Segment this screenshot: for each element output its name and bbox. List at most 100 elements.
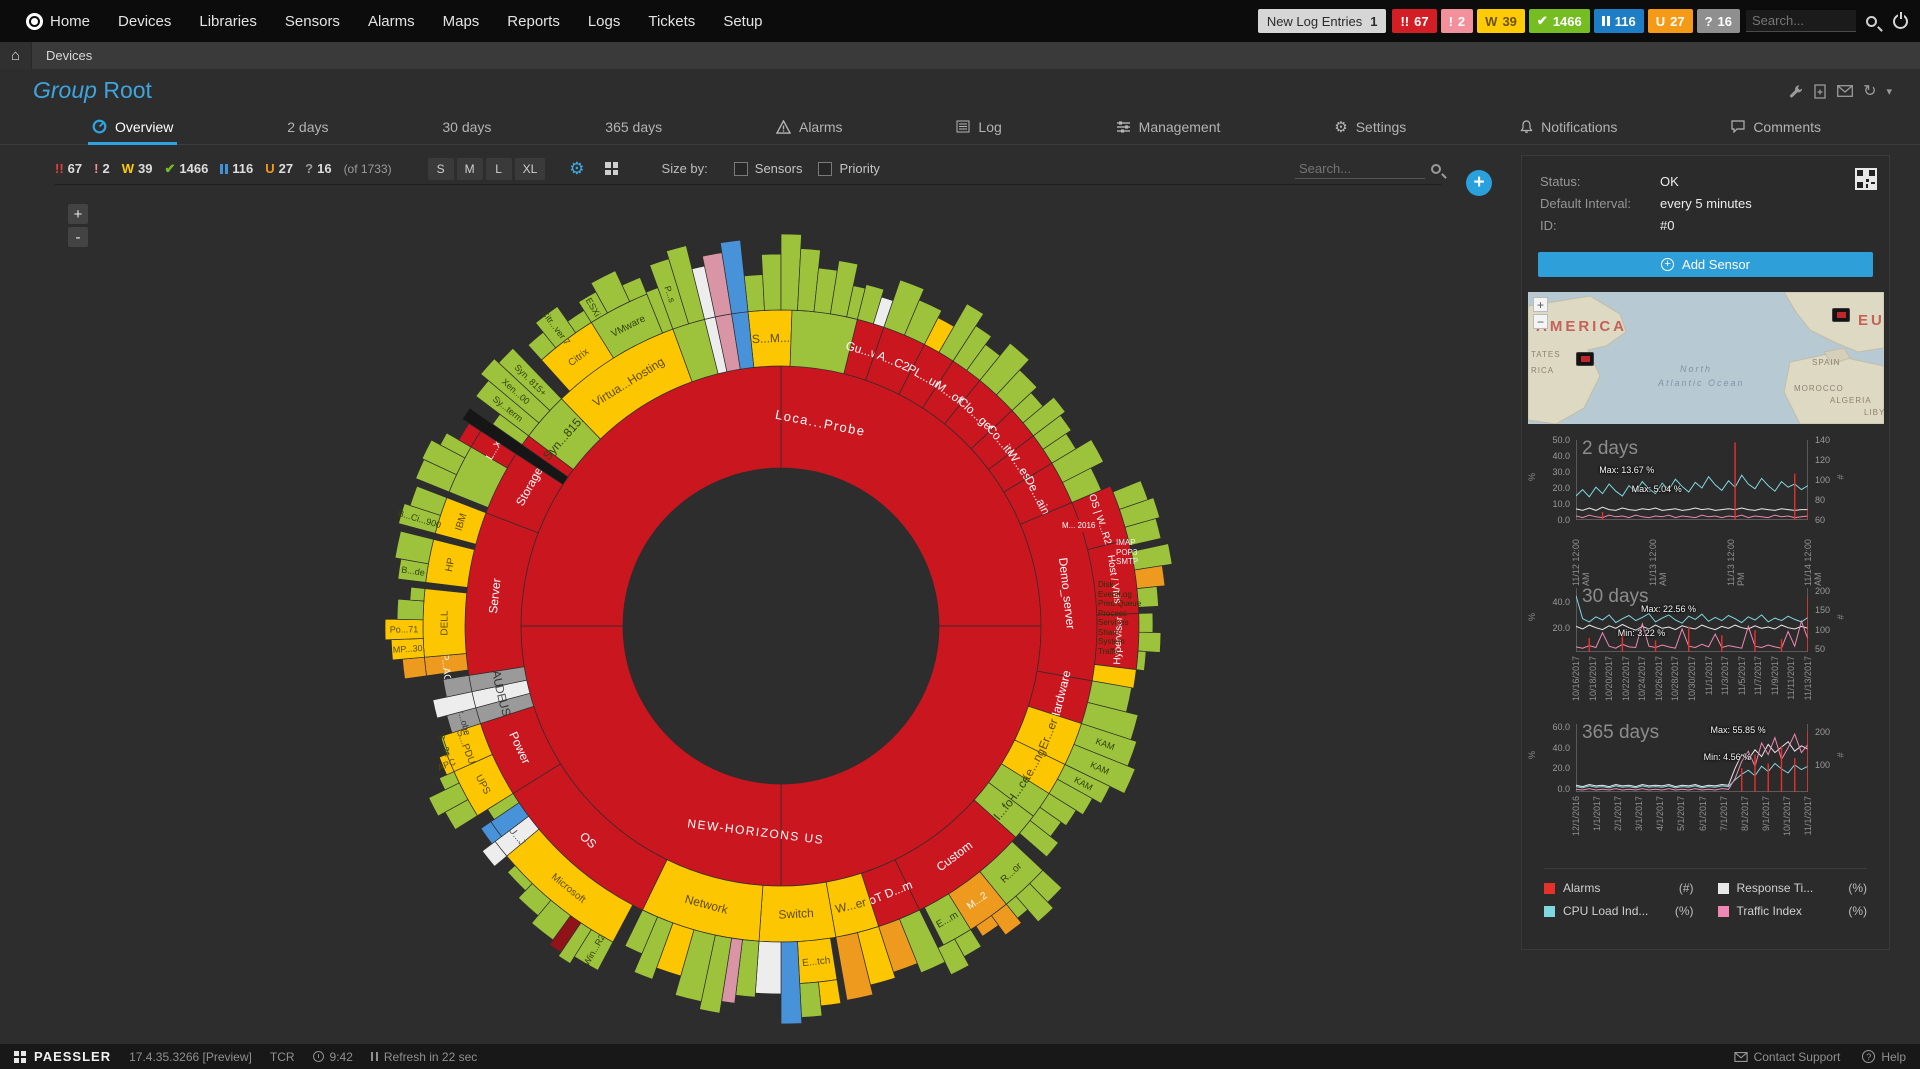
map-zoom-out-button[interactable]: − [1533, 314, 1548, 329]
size-button-xl[interactable]: XL [515, 158, 546, 180]
help-link[interactable]: ?Help [1862, 1050, 1906, 1064]
toolbar-badge-up[interactable]: ✔1466 [164, 161, 208, 177]
add-button[interactable]: + [1466, 170, 1492, 196]
status-badge-up[interactable]: ✔1466 [1529, 9, 1590, 33]
sunburst-segment[interactable] [800, 982, 822, 1018]
tab-2-days[interactable]: 2 days [283, 111, 332, 145]
size-button-s[interactable]: S [428, 158, 454, 180]
badge-count: 67 [68, 161, 82, 176]
sunburst-segment[interactable] [1136, 651, 1146, 671]
tab-label: 30 days [442, 119, 491, 135]
graph-30-days[interactable]: 30 days40.020.0%20015010050#10/16/201710… [1534, 586, 1881, 722]
sunburst-segment[interactable] [397, 599, 424, 620]
toolbar-badge-unknown[interactable]: ?16 [305, 161, 331, 176]
nav-item-alarms[interactable]: Alarms [354, 0, 429, 42]
logout-power-icon[interactable] [1893, 14, 1908, 29]
size-button-l[interactable]: L [486, 158, 512, 180]
checkbox-label: Priority [839, 161, 879, 176]
sunburst-zoom: + - [68, 204, 88, 250]
x-axis-tick: 5/1/2017 [1676, 796, 1686, 831]
nav-item-home[interactable]: Home [12, 0, 104, 42]
toolbar-badge-unusual[interactable]: U27 [265, 161, 293, 176]
checkbox-sensors[interactable]: Sensors [734, 161, 803, 176]
mini-map[interactable]: + − AMERICAEUROPTATESRICANorthAtlantic O… [1528, 292, 1884, 424]
status-badge-unusual[interactable]: U27 [1648, 9, 1693, 33]
nav-item-logs[interactable]: Logs [574, 0, 635, 42]
tab-365-days[interactable]: 365 days [601, 111, 666, 145]
sunburst-segment[interactable] [1135, 566, 1165, 589]
tab-management[interactable]: Management [1112, 111, 1225, 145]
tab-comments[interactable]: Comments [1727, 111, 1825, 145]
toolbar-badge-down-ack[interactable]: !2 [94, 161, 110, 176]
contact-support-link[interactable]: Contact Support [1734, 1050, 1841, 1064]
map-device-marker[interactable] [1832, 308, 1850, 322]
sunburst-segment[interactable] [1139, 613, 1153, 633]
sunburst-segment[interactable] [755, 941, 781, 994]
toolbar-badge-paused[interactable]: 116 [220, 161, 253, 176]
chevron-down-icon[interactable]: ▾ [1886, 85, 1892, 98]
sunburst-segment[interactable] [1138, 632, 1161, 652]
sunburst-segment[interactable] [762, 254, 782, 310]
breadcrumb-devices[interactable]: Devices [32, 48, 106, 63]
nav-item-maps[interactable]: Maps [429, 0, 494, 42]
sunburst-search-input[interactable] [1295, 159, 1425, 179]
status-badge-down[interactable]: !!67 [1392, 9, 1436, 33]
toolbar-badge-warning[interactable]: W39 [122, 161, 153, 176]
zoom-in-button[interactable]: + [68, 204, 88, 224]
nav-item-sensors[interactable]: Sensors [271, 0, 354, 42]
new-log-entries-button[interactable]: New Log Entries 1 [1258, 9, 1387, 33]
nav-item-tickets[interactable]: Tickets [634, 0, 709, 42]
refresh-icon[interactable]: ↻ [1863, 81, 1876, 101]
brand-name[interactable]: PAESSLER [34, 1049, 111, 1064]
nav-item-setup[interactable]: Setup [709, 0, 776, 42]
checkbox-box-sensors[interactable] [734, 162, 748, 176]
add-sensor-button[interactable]: + Add Sensor [1538, 252, 1873, 277]
status-badge-down-ack[interactable]: !2 [1441, 9, 1474, 33]
gear-icon[interactable]: ⚙ [569, 159, 584, 179]
sunburst-segment[interactable] [395, 531, 434, 564]
qr-code-icon[interactable] [1855, 168, 1877, 193]
status-badge-unknown[interactable]: ?16 [1697, 9, 1740, 33]
tab-alarms[interactable]: Alarms [772, 111, 847, 145]
graph-365-days[interactable]: 365 days60.040.020.00.0%200100#12/1/2016… [1534, 722, 1881, 852]
tab-notifications[interactable]: Notifications [1516, 111, 1621, 145]
refresh-countdown[interactable]: Refresh in 22 sec [371, 1050, 477, 1064]
tab-settings[interactable]: ⚙Settings [1330, 111, 1410, 145]
tab-overview[interactable]: Overview [88, 111, 177, 145]
tab-30-days[interactable]: 30 days [438, 111, 495, 145]
paessler-logo[interactable] [14, 1051, 26, 1063]
status-badge-paused[interactable]: 116 [1594, 9, 1644, 33]
sunburst-segment[interactable] [818, 980, 840, 1006]
x-axis-tick: 10/1/2017 [1782, 796, 1792, 836]
status-badge-warning[interactable]: W39 [1477, 9, 1525, 33]
checkbox-priority[interactable]: Priority [818, 161, 879, 176]
size-button-m[interactable]: M [457, 158, 483, 180]
nav-item-devices[interactable]: Devices [104, 0, 185, 42]
mail-icon[interactable] [1837, 85, 1853, 97]
nav-item-reports[interactable]: Reports [493, 0, 574, 42]
grid-view-icon[interactable] [605, 162, 618, 175]
badge-icon-: ? [305, 161, 313, 176]
report-icon[interactable] [1814, 84, 1827, 99]
checkbox-box-priority[interactable] [818, 162, 832, 176]
tab-log[interactable]: Log [952, 111, 1005, 145]
global-search-input[interactable] [1746, 10, 1856, 32]
sunburst-segment[interactable] [410, 587, 425, 601]
sunburst-segment[interactable] [1137, 587, 1159, 608]
sunburst-segment[interactable] [1131, 544, 1172, 570]
badge-count: 27 [1670, 14, 1684, 29]
toolbar-badge-down[interactable]: !!67 [55, 161, 82, 176]
sunburst-segment[interactable] [402, 657, 426, 679]
badge-count: 1466 [1553, 14, 1582, 29]
graph-2-days[interactable]: 2 days50.040.030.020.010.00.0%1401201008… [1534, 438, 1881, 586]
wrench-icon[interactable] [1789, 84, 1804, 99]
home-icon[interactable]: ⌂ [0, 42, 32, 69]
zoom-out-button[interactable]: - [68, 227, 88, 247]
y-axis-unit-right: # [1836, 614, 1846, 619]
search-icon[interactable] [1866, 16, 1877, 27]
nav-item-libraries[interactable]: Libraries [185, 0, 271, 42]
legend-swatch [1718, 906, 1729, 917]
map-zoom-in-button[interactable]: + [1533, 297, 1548, 312]
toolbar-search-icon[interactable] [1431, 164, 1441, 174]
map-device-marker[interactable] [1576, 352, 1594, 366]
